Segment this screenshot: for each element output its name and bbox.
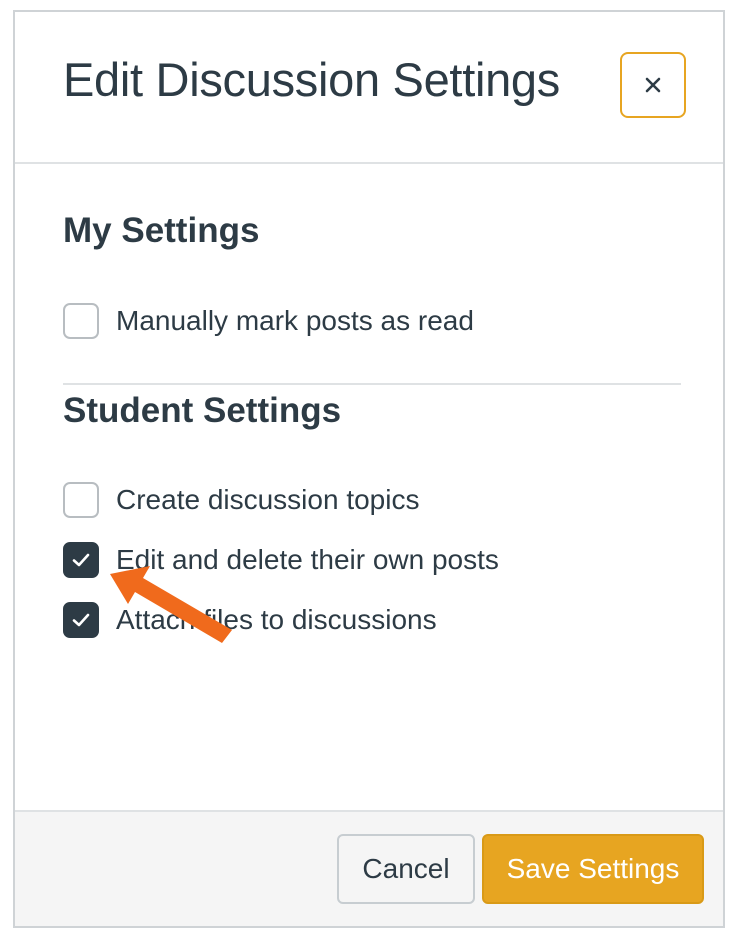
checkbox-create-topics[interactable] <box>63 482 99 518</box>
option-label: Attach files to discussions <box>116 604 437 635</box>
dialog-title: Edit Discussion Settings <box>63 53 560 106</box>
checkbox-attach-files[interactable] <box>63 602 99 638</box>
check-icon <box>72 553 90 567</box>
option-attach-files[interactable]: Attach files to discussions <box>63 601 437 639</box>
save-settings-button[interactable]: Save Settings <box>482 834 704 904</box>
option-manually-mark-read[interactable]: Manually mark posts as read <box>63 302 474 340</box>
option-edit-delete-posts[interactable]: Edit and delete their own posts <box>63 541 499 579</box>
option-label: Create discussion topics <box>116 484 420 515</box>
student-settings-heading: Student Settings <box>63 391 342 430</box>
checkbox-edit-delete-posts[interactable] <box>63 542 99 578</box>
check-icon <box>72 613 90 627</box>
option-label: Edit and delete their own posts <box>116 544 499 575</box>
dialog-header: Edit Discussion Settings <box>15 12 723 164</box>
edit-discussion-settings-dialog: Edit Discussion Settings My Settings Man… <box>13 10 725 928</box>
dialog-footer: Cancel Save Settings <box>15 810 723 926</box>
my-settings-heading: My Settings <box>63 211 260 250</box>
close-icon <box>645 77 661 93</box>
checkbox-manually-mark-read[interactable] <box>63 303 99 339</box>
cancel-button[interactable]: Cancel <box>337 834 475 904</box>
section-divider <box>63 383 681 385</box>
option-label: Manually mark posts as read <box>116 305 474 336</box>
close-button[interactable] <box>620 52 686 118</box>
option-create-topics[interactable]: Create discussion topics <box>63 481 419 519</box>
